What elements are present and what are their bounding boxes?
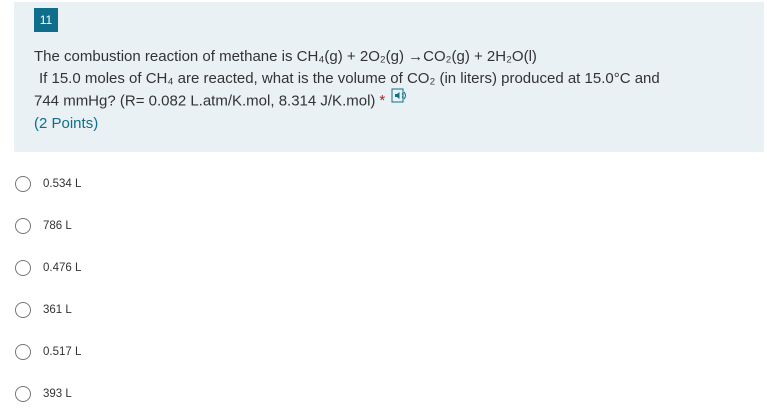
answer-option-label: 0.476 L <box>43 262 82 274</box>
radio-button[interactable] <box>15 302 31 318</box>
required-asterisk: * <box>379 92 386 110</box>
answer-option[interactable]: 786 L <box>14 205 314 247</box>
answer-option[interactable]: 0.517 L <box>14 331 314 373</box>
answer-option-label: 786 L <box>43 220 72 232</box>
speaker-icon-graphic <box>391 88 407 103</box>
speaker-icon[interactable] <box>391 88 409 111</box>
radio-button[interactable] <box>15 260 31 276</box>
question-line-3-row: 744 mmHg? (R= 0.082 L.atm/K.mol, 8.314 J… <box>34 88 749 113</box>
radio-button[interactable] <box>15 386 31 402</box>
radio-button[interactable] <box>15 176 31 192</box>
question-line-1: The combustion reaction of methane is CH… <box>34 48 537 65</box>
answer-option-label: 361 L <box>43 304 72 316</box>
radio-button[interactable] <box>15 344 31 360</box>
answer-option[interactable]: 0.534 L <box>14 163 314 205</box>
answer-option[interactable]: 361 L <box>14 289 314 331</box>
radio-button[interactable] <box>15 218 31 234</box>
question-number-badge: 11 <box>34 8 58 32</box>
answer-option-label: 393 L <box>43 388 72 400</box>
answer-option[interactable]: 393 L <box>14 373 314 415</box>
question-card: 11 The combustion reaction of methane is… <box>14 2 764 152</box>
question-text: The combustion reaction of methane is CH… <box>34 46 749 135</box>
question-line-2: If 15.0 moles of CH₄ are reacted, what i… <box>39 70 660 87</box>
answer-option-label: 0.534 L <box>43 178 82 190</box>
answer-option-label: 0.517 L <box>43 346 82 358</box>
answer-option[interactable]: 0.476 L <box>14 247 314 289</box>
question-points: (2 Points) <box>34 115 99 132</box>
answer-options: 0.534 L 786 L 0.476 L 361 L 0.517 L 393 … <box>14 163 314 415</box>
question-line-3: 744 mmHg? (R= 0.082 L.atm/K.mol, 8.314 J… <box>34 92 376 110</box>
